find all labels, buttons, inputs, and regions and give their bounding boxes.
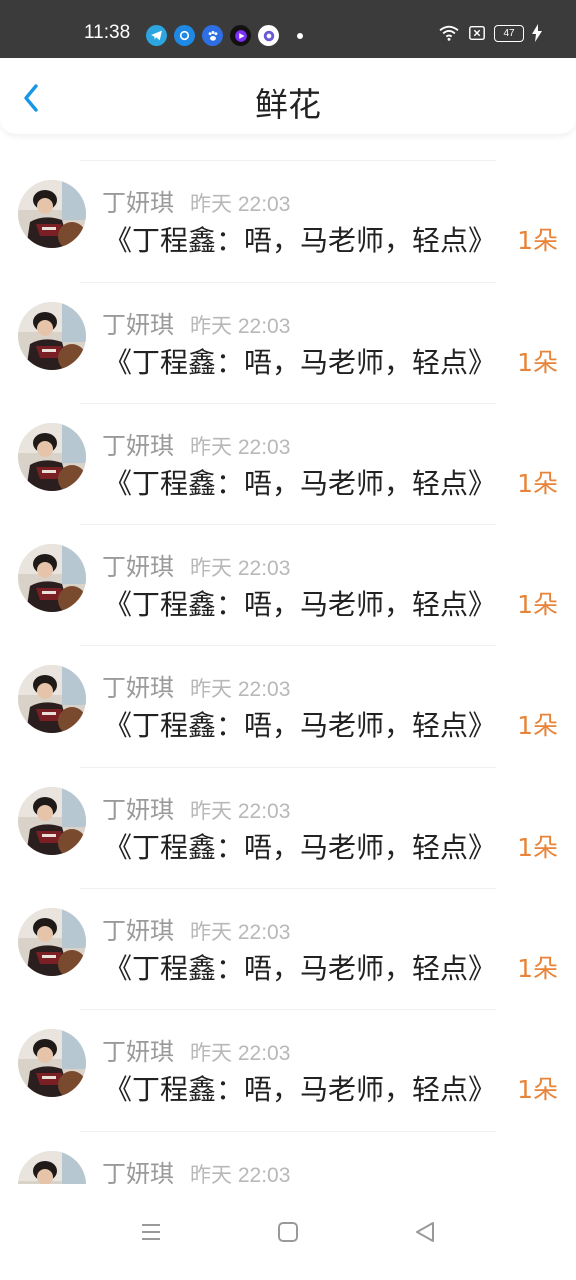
battery-indicator: 47: [494, 24, 524, 42]
avatar[interactable]: [18, 180, 86, 249]
record-meta: 丁妍琪 昨天 22:03: [102, 911, 290, 946]
gift-record-row[interactable]: 丁妍琪 昨天 22:03 《丁程鑫：唔，马老师，轻点》 1朵: [0, 889, 576, 1011]
gift-message: 《丁程鑫：唔，马老师，轻点》: [104, 134, 496, 138]
avatar[interactable]: [18, 301, 86, 370]
gift-record-row[interactable]: 丁妍琪 昨天 22:03 《丁程鑫：唔，马老师，轻点》 1朵: [0, 646, 576, 768]
gift-list[interactable]: 丁妍琪 昨天 22:03 《丁程鑫：唔，马老师，轻点》 1朵 丁妍琪 昨天 22…: [0, 134, 576, 1184]
gift-message: 《丁程鑫：唔，马老师，轻点》: [104, 709, 497, 743]
gift-message: 《丁程鑫：唔，马老师，轻点》: [104, 1073, 497, 1107]
home-button[interactable]: [268, 1212, 308, 1252]
send-time: 昨天 22:03: [190, 193, 291, 217]
avatar[interactable]: [18, 908, 86, 977]
back-icon: [416, 1222, 434, 1242]
sender-name: 丁妍琪: [102, 431, 174, 460]
avatar[interactable]: [18, 422, 86, 491]
gift-message: 《丁程鑫：唔，马老师，轻点》: [104, 588, 497, 622]
send-time: 昨天 22:03: [190, 1163, 291, 1184]
browser-app-icon: [174, 25, 195, 46]
send-time: 昨天 22:03: [190, 435, 291, 459]
send-time: 昨天 22:03: [190, 678, 291, 702]
record-meta: 丁妍琪 昨天 22:03: [102, 426, 290, 461]
system-indicators: 47: [438, 24, 542, 42]
gift-record-row[interactable]: 丁妍琪 昨天 22:03 《丁程鑫：唔，马老师，轻点》 1朵: [0, 283, 576, 404]
wifi-icon: [439, 25, 459, 41]
sender-name: 丁妍琪: [102, 795, 174, 824]
gift-message: 《丁程鑫：唔，马老师，轻点》: [104, 345, 497, 379]
flower-count: 1朵: [517, 711, 558, 741]
avatar[interactable]: [18, 1029, 86, 1098]
sender-name: 丁妍琪: [102, 674, 174, 703]
more-notifications-dot: [297, 33, 303, 39]
gift-message: 《丁程鑫：唔，马老师，轻点》: [104, 952, 497, 986]
gift-record-row[interactable]: 丁妍琪 昨天 22:03 《丁程鑫：唔，马老师，轻点》 1朵: [0, 1010, 576, 1132]
send-time: 昨天 22:03: [190, 799, 291, 823]
menu-icon: [142, 1224, 160, 1240]
flower-count: 1朵: [517, 832, 558, 862]
send-time: 昨天 22:03: [190, 921, 291, 945]
no-sim-icon: [469, 25, 485, 41]
avatar[interactable]: [18, 665, 86, 734]
notification-icons: [146, 25, 279, 46]
back-nav-button[interactable]: [405, 1212, 445, 1252]
flower-count: 1朵: [517, 226, 558, 256]
sender-name: 丁妍琪: [102, 310, 174, 339]
gift-record-row[interactable]: 丁妍琪 昨天 22:03 《丁程鑫：唔，马老师，轻点》 1朵: [0, 404, 576, 526]
gift-record-row[interactable]: 丁妍琪 昨天 22:03 《丁程鑫：唔，马老师，轻点》 1朵: [0, 134, 576, 162]
avatar[interactable]: [18, 1150, 86, 1184]
sender-name: 丁妍琪: [102, 1038, 174, 1067]
baidu-app-icon: [202, 25, 223, 46]
gift-message: 《丁程鑫：唔，马老师，轻点》: [104, 224, 497, 258]
sender-name: 丁妍琪: [102, 917, 174, 946]
sender-name: 丁妍琪: [102, 1159, 174, 1184]
send-time: 昨天 22:03: [190, 1042, 291, 1066]
gift-message: 《丁程鑫：唔，马老师，轻点》: [104, 466, 497, 500]
home-icon: [278, 1222, 298, 1242]
flower-count: 1朵: [517, 134, 558, 136]
avatar[interactable]: [18, 544, 86, 613]
flower-count: 1朵: [517, 1075, 558, 1105]
record-meta: 丁妍琪 昨天 22:03: [102, 790, 290, 825]
page-header: 鲜花: [0, 58, 576, 134]
avatar[interactable]: [18, 786, 86, 855]
status-time: 11:38: [84, 22, 131, 43]
gift-record-row[interactable]: 丁妍琪 昨天 22:03 《丁程鑫：唔，马老师，轻点》 1朵: [0, 161, 576, 283]
flower-count: 1朵: [517, 590, 558, 620]
flower-count: 1朵: [517, 954, 558, 984]
status-bar: 11:38 47: [0, 0, 576, 58]
gift-message: 《丁程鑫：唔，马老师，轻点》: [104, 830, 497, 864]
record-meta: 丁妍琪 昨天 22:03: [102, 1032, 290, 1067]
record-meta: 丁妍琪 昨天 22:03: [102, 1154, 290, 1184]
video-app-icon: [230, 25, 251, 46]
record-meta: 丁妍琪 昨天 22:03: [102, 547, 290, 582]
send-time: 昨天 22:03: [190, 557, 291, 581]
menu-button[interactable]: [131, 1212, 171, 1252]
media-app-icon: [258, 25, 279, 46]
sender-name: 丁妍琪: [102, 189, 174, 218]
gift-record-row[interactable]: 丁妍琪 昨天 22:03 《丁程鑫：唔，马老师，轻点》 1朵: [0, 768, 576, 890]
gift-record-row[interactable]: 丁妍琪 昨天 22:03 《丁程鑫：唔，马老师，轻点》 1朵: [0, 1132, 576, 1184]
flower-count: 1朵: [517, 468, 558, 498]
record-meta: 丁妍琪 昨天 22:03: [102, 305, 290, 340]
record-meta: 丁妍琪 昨天 22:03: [102, 668, 290, 703]
system-nav-bar: [0, 1184, 576, 1280]
page-title: 鲜花: [255, 85, 321, 124]
record-meta: 丁妍琪 昨天 22:03: [102, 183, 290, 218]
sender-name: 丁妍琪: [102, 553, 174, 582]
send-time: 昨天 22:03: [190, 314, 291, 338]
gift-record-row[interactable]: 丁妍琪 昨天 22:03 《丁程鑫：唔，马老师，轻点》 1朵: [0, 525, 576, 647]
flower-count: 1朵: [517, 347, 558, 377]
telegram-app-icon: [146, 25, 167, 46]
charging-icon: [532, 24, 542, 42]
